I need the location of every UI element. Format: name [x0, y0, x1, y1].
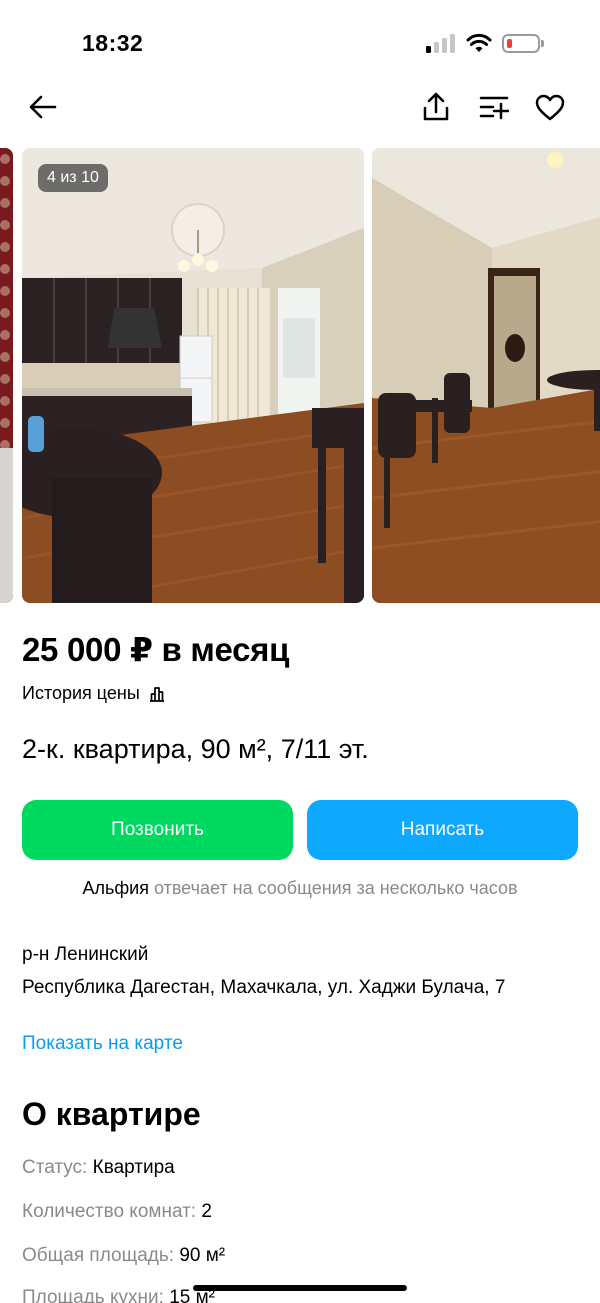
wifi-icon: [466, 33, 492, 52]
listing-title: 2-к. квартира, 90 м², 7/11 эт.: [22, 734, 369, 764]
seller-response-note: Альфия отвечает на сообщения за нескольк…: [0, 878, 600, 899]
response-time-text: отвечает на сообщения за несколько часов: [148, 878, 518, 898]
photo-current[interactable]: [22, 148, 364, 603]
photo-next[interactable]: [372, 148, 600, 603]
bar-chart-icon: [149, 686, 164, 702]
param-value: Квартира: [92, 1157, 175, 1178]
status-time: 18:32: [82, 30, 144, 56]
show-on-map-link[interactable]: Показать на карте: [22, 1033, 183, 1055]
battery-icon: [502, 34, 540, 53]
heart-icon: [535, 94, 565, 120]
address: Республика Дагестан, Махачкала, ул. Хадж…: [22, 977, 506, 998]
param-total-area: Общая площадь: 90 м²: [22, 1245, 225, 1267]
photo-gallery[interactable]: [0, 148, 600, 603]
share-button[interactable]: [417, 88, 455, 126]
param-rooms: Количество комнат: 2: [22, 1201, 212, 1223]
photo-counter: 4 из 10: [38, 164, 108, 192]
compare-button[interactable]: [475, 88, 513, 126]
param-label: Общая площадь:: [22, 1245, 175, 1266]
param-value: 90 м²: [179, 1245, 226, 1266]
status-bar: 18:32: [0, 0, 600, 80]
price-history-link[interactable]: История цены: [22, 683, 166, 704]
param-kitchen-area: Площадь кухни: 15 м²: [22, 1287, 215, 1303]
photo-previous[interactable]: [0, 148, 13, 603]
param-status: Статус: Квартира: [22, 1157, 175, 1179]
param-label: Площадь кухни:: [22, 1287, 164, 1303]
price-history-label: История цены: [22, 683, 140, 703]
price: 25 000 ₽ в месяц: [22, 631, 290, 668]
write-button[interactable]: Написать: [307, 800, 578, 860]
about-section-title: О квартире: [22, 1096, 201, 1132]
district: р-н Ленинский: [22, 944, 149, 965]
top-navigation: [0, 82, 600, 132]
seller-name[interactable]: Альфия: [82, 878, 149, 898]
share-icon: [423, 92, 449, 121]
call-button[interactable]: Позвонить: [22, 800, 293, 860]
param-label: Статус:: [22, 1157, 88, 1178]
signal-icon: [426, 33, 456, 53]
param-value: 2: [201, 1201, 212, 1222]
param-label: Количество комнат:: [22, 1201, 197, 1222]
favorite-button[interactable]: [531, 88, 569, 126]
compare-list-icon: [479, 96, 509, 120]
home-indicator[interactable]: [193, 1285, 407, 1291]
back-arrow-icon: [29, 95, 57, 119]
back-button[interactable]: [24, 88, 62, 126]
